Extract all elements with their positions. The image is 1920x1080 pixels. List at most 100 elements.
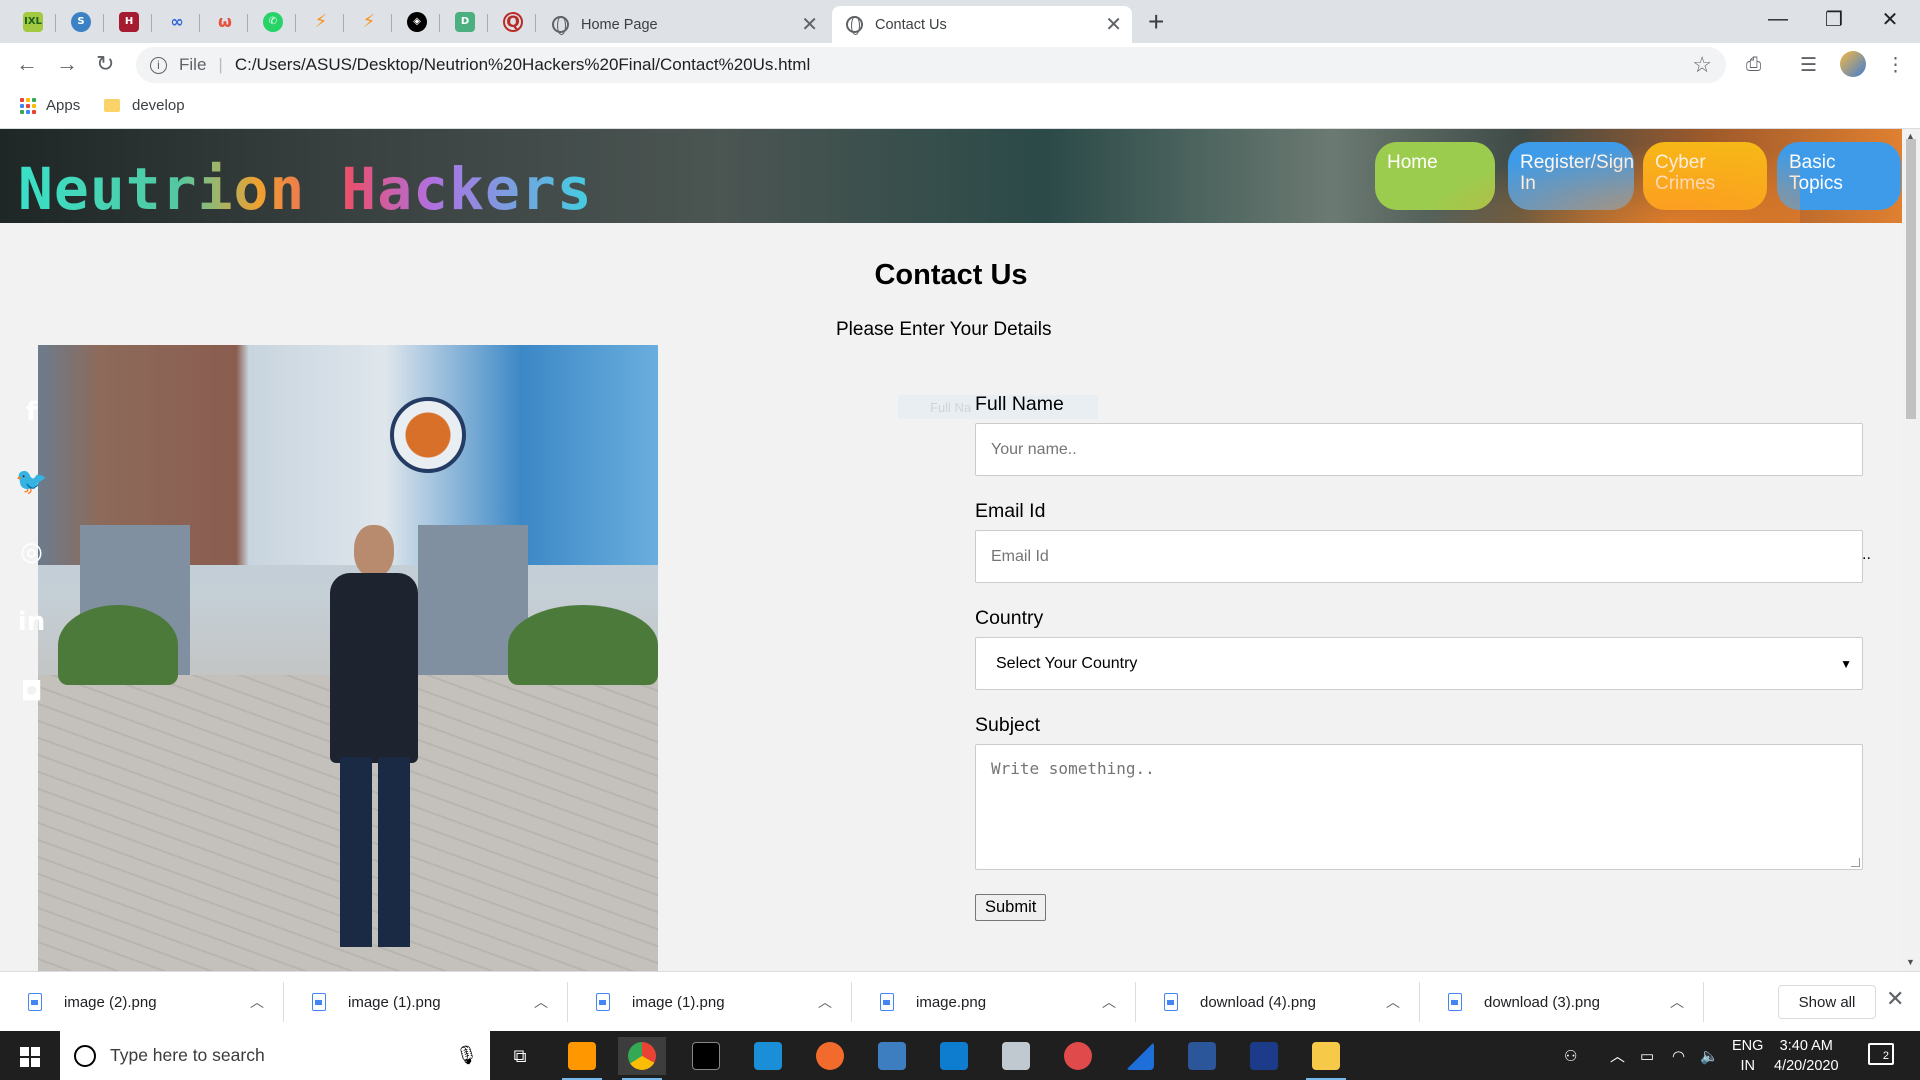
taskbar-search-placeholder: Type here to search	[110, 1045, 265, 1065]
profile-avatar[interactable]	[1840, 51, 1866, 77]
chevron-up-icon[interactable]: ︿	[250, 992, 264, 1012]
bookmark-apps[interactable]: Apps	[20, 97, 80, 114]
download-filename: image (1).png	[348, 993, 441, 1011]
new-tab-button[interactable]: +	[1148, 6, 1164, 38]
devcpp-app[interactable]	[1240, 1037, 1288, 1075]
task-view-icon[interactable]: ⧉	[496, 1037, 544, 1075]
nav-cyber-crimes[interactable]: Cyber Crimes	[1643, 142, 1767, 210]
download-item[interactable]: image (1).png ︿	[568, 972, 852, 1032]
reload-button[interactable]: ↻	[96, 51, 114, 77]
pinned-tab-codeforces-2[interactable]: ⚡	[346, 6, 392, 37]
pinned-tab-infinity[interactable]: ∞	[154, 6, 200, 37]
battery-icon[interactable]: ▭	[1640, 1031, 1654, 1080]
info-icon[interactable]: i	[150, 56, 167, 74]
pinned-tab-dribbble[interactable]: D	[442, 6, 488, 37]
restore-button[interactable]: ❐	[1806, 0, 1862, 38]
pinned-tab-codeforces[interactable]: ⚡	[298, 6, 344, 37]
file-copy-app[interactable]	[744, 1037, 792, 1075]
resize-grip-icon[interactable]	[1851, 858, 1860, 867]
submit-button[interactable]: Submit	[975, 894, 1047, 921]
address-url[interactable]: C:/Users/ASUS/Desktop/Neutrion%20Hackers…	[235, 55, 810, 75]
pms-app[interactable]	[806, 1037, 854, 1075]
subject-textarea[interactable]: Write something..	[975, 744, 1863, 870]
chevron-up-icon[interactable]: ︿	[818, 992, 832, 1012]
forward-button[interactable]: →	[56, 51, 78, 77]
people-icon[interactable]: ⚇	[1564, 1031, 1577, 1080]
nav-home[interactable]: Home	[1375, 142, 1495, 210]
social-linkedin[interactable]: in	[0, 587, 63, 657]
back-button[interactable]: ←	[16, 51, 38, 77]
browser-tab-strip: IXL S H ∞ ω ✆ ⚡ ⚡ ◈ D Q Home Page ✕ Cont…	[0, 0, 1920, 43]
chevron-up-icon[interactable]: ︿	[1670, 992, 1684, 1012]
image-file-icon	[1448, 993, 1462, 1011]
show-all-button[interactable]: Show all	[1778, 985, 1876, 1019]
chevron-up-icon[interactable]: ︿	[1102, 992, 1116, 1012]
notification-center-icon[interactable]: 2	[1868, 1043, 1894, 1065]
file-explorer-app[interactable]	[1302, 1037, 1350, 1080]
pinned-tab-simplenote[interactable]: S	[58, 6, 104, 37]
pinned-tab-ixl[interactable]: IXL	[10, 6, 56, 37]
download-item[interactable]: image (1).png ︿	[284, 972, 568, 1032]
download-item[interactable]: download (4).png ︿	[1136, 972, 1420, 1032]
photo-person-head	[354, 525, 394, 577]
close-tab-icon[interactable]: ✕	[801, 12, 818, 37]
pinned-tab-whatsapp[interactable]: ✆	[250, 6, 296, 37]
page-scrollbar[interactable]: ▲ ▼	[1902, 129, 1920, 971]
microphone-icon[interactable]: 🎙	[455, 1045, 478, 1066]
fullname-label: Full Name	[975, 393, 1064, 415]
taskbar-search-box[interactable]: Type here to search 🎙	[60, 1031, 490, 1080]
globe-icon	[552, 16, 569, 35]
pinned-tab-pwa[interactable]: ω	[202, 6, 248, 37]
page-title: Contact Us	[0, 259, 1902, 292]
nav-register-signin[interactable]: Register/Sign In	[1508, 142, 1634, 210]
taskbar-clock[interactable]: 3:40 AM 4/20/2020	[1774, 1036, 1839, 1076]
menu-kebab-icon[interactable]: ⋮	[1886, 54, 1905, 77]
close-window-button[interactable]: ✕	[1862, 0, 1918, 38]
tray-chevron-up-icon[interactable]: ︿	[1610, 1031, 1625, 1080]
sublime-text-app[interactable]	[558, 1037, 606, 1080]
site-logo[interactable]: Neutrion Hackers	[18, 155, 593, 223]
ixl-icon: IXL	[23, 11, 43, 32]
volume-icon[interactable]: 🔈	[1700, 1031, 1719, 1080]
address-bar[interactable]: i File | C:/Users/ASUS/Desktop/Neutrion%…	[136, 47, 1726, 83]
media-control-icon[interactable]: ☰	[1800, 54, 1817, 77]
social-instagram[interactable]: ◘	[0, 657, 63, 727]
command-prompt-app[interactable]	[682, 1037, 730, 1075]
word-app[interactable]	[1178, 1037, 1226, 1075]
control-panel-app[interactable]	[992, 1037, 1040, 1075]
paint-app[interactable]	[1054, 1037, 1102, 1075]
wifi-icon[interactable]: ◠	[1672, 1031, 1685, 1080]
fin-app[interactable]	[1116, 1037, 1164, 1075]
pinned-tab-codepen[interactable]: ◈	[394, 6, 440, 37]
windows-start-icon[interactable]	[20, 1047, 40, 1067]
virtualbox-app[interactable]	[868, 1037, 916, 1075]
tab-contact-us[interactable]: Contact Us ✕	[832, 6, 1132, 43]
vscode-app[interactable]	[930, 1037, 978, 1075]
social-twitter[interactable]: 🐦	[0, 447, 63, 517]
nav-basic-topics[interactable]: Basic Topics	[1777, 142, 1901, 210]
chrome-app[interactable]	[618, 1037, 666, 1080]
email-input[interactable]: Email Id	[975, 530, 1863, 583]
download-item[interactable]: image (2).png ︿	[0, 972, 284, 1032]
social-facebook[interactable]: f	[0, 377, 63, 447]
fullname-input[interactable]: Your name..	[975, 423, 1863, 476]
country-select[interactable]: Select Your Country ▼	[975, 637, 1863, 690]
close-tab-icon[interactable]: ✕	[1105, 12, 1122, 37]
scrollbar-thumb[interactable]	[1906, 139, 1916, 419]
download-item[interactable]: download (3).png ︿	[1420, 972, 1704, 1032]
scroll-down-arrow-icon[interactable]: ▼	[1906, 957, 1915, 967]
chevron-up-icon[interactable]: ︿	[1386, 992, 1400, 1012]
bookmark-star-icon[interactable]: ☆	[1692, 52, 1712, 78]
pinned-tab-harvard[interactable]: H	[106, 6, 152, 37]
social-github[interactable]: ◎	[0, 517, 63, 587]
download-item[interactable]: image.png ︿	[852, 972, 1136, 1032]
notification-count: 2	[1882, 1050, 1889, 1062]
close-shelf-icon[interactable]: ✕	[1886, 986, 1904, 1012]
language-indicator[interactable]: ENG IN	[1732, 1036, 1763, 1076]
chevron-up-icon[interactable]: ︿	[534, 992, 548, 1012]
pinned-tab-quora[interactable]: Q	[490, 6, 536, 37]
pdf-extension-icon[interactable]: ⎙	[1746, 54, 1761, 76]
tab-home-page[interactable]: Home Page ✕	[538, 6, 828, 43]
minimize-button[interactable]: —	[1750, 0, 1806, 38]
bookmark-develop[interactable]: develop	[104, 97, 185, 114]
